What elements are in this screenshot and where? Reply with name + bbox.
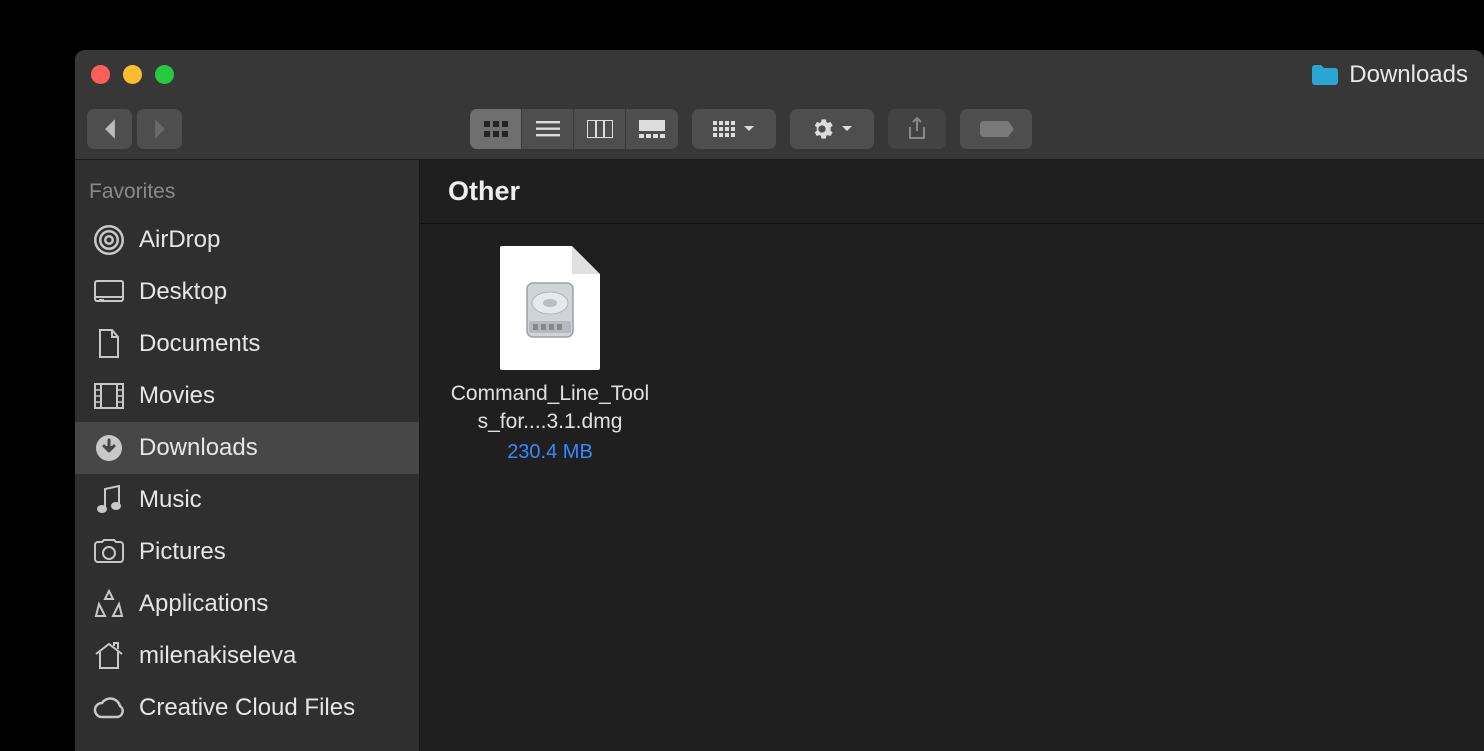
sidebar-item-label: Creative Cloud Files [139, 694, 355, 722]
sidebar-item-label: milenakiseleva [139, 642, 296, 670]
finder-window: Downloads [75, 50, 1484, 751]
icon-view-button[interactable] [470, 109, 522, 149]
edit-tags-button[interactable] [960, 109, 1032, 149]
zoom-button[interactable] [155, 65, 174, 84]
navigation-buttons [87, 109, 182, 149]
sidebar-item-airdrop[interactable]: AirDrop [75, 214, 419, 266]
sidebar-item-label: Music [139, 486, 202, 514]
close-button[interactable] [91, 65, 110, 84]
sidebar-item-movies[interactable]: Movies [75, 370, 419, 422]
file-item[interactable]: Command_Line_Tools_for....3.1.dmg 230.4 … [450, 246, 650, 464]
music-icon [93, 484, 125, 516]
files-grid[interactable]: Command_Line_Tools_for....3.1.dmg 230.4 … [420, 224, 1484, 486]
minimize-button[interactable] [123, 65, 142, 84]
sidebar-item-label: Movies [139, 382, 215, 410]
section-header: Other [420, 160, 1484, 224]
sidebar-item-downloads[interactable]: Downloads [75, 422, 419, 474]
chevron-down-icon [743, 125, 755, 133]
sidebar-item-documents[interactable]: Documents [75, 318, 419, 370]
window-title-text: Downloads [1349, 61, 1468, 89]
list-view-button[interactable] [522, 109, 574, 149]
creative-cloud-icon [93, 692, 125, 724]
sidebar-section-heading: Favorites [75, 174, 419, 214]
folder-icon [1311, 64, 1339, 86]
view-mode-group [470, 109, 678, 149]
movies-icon [93, 380, 125, 412]
sidebar-item-creative-cloud[interactable]: Creative Cloud Files [75, 682, 419, 734]
sidebar-item-label: Applications [139, 590, 268, 618]
desktop-icon [93, 276, 125, 308]
dmg-file-icon [500, 246, 600, 370]
window-body: Favorites AirDrop Desktop Documents [75, 160, 1484, 751]
sidebar-item-label: Downloads [139, 434, 258, 462]
pictures-icon [93, 536, 125, 568]
sidebar-item-label: AirDrop [139, 226, 220, 254]
applications-icon [93, 588, 125, 620]
share-button[interactable] [888, 109, 946, 149]
sidebar: Favorites AirDrop Desktop Documents [75, 160, 420, 751]
arrange-button[interactable] [692, 109, 776, 149]
sidebar-item-label: Documents [139, 330, 260, 358]
sidebar-item-music[interactable]: Music [75, 474, 419, 526]
window-titlebar: Downloads [75, 50, 1484, 160]
columns-icon [587, 120, 613, 138]
sidebar-item-desktop[interactable]: Desktop [75, 266, 419, 318]
chevron-down-icon [841, 125, 853, 133]
grid-arrange-icon [713, 121, 735, 137]
gear-icon [811, 118, 833, 140]
home-icon [93, 640, 125, 672]
action-menu-button[interactable] [790, 109, 874, 149]
sidebar-item-home[interactable]: milenakiseleva [75, 630, 419, 682]
file-name: Command_Line_Tools_for....3.1.dmg [450, 380, 650, 437]
airdrop-icon [93, 224, 125, 256]
sidebar-item-label: Desktop [139, 278, 227, 306]
tag-icon [978, 119, 1014, 139]
titlebar-row: Downloads [75, 50, 1484, 100]
window-title: Downloads [1311, 61, 1468, 89]
content-area: Other [420, 160, 1484, 751]
forward-button[interactable] [137, 109, 182, 149]
gallery-icon [639, 120, 665, 138]
file-size: 230.4 MB [507, 441, 593, 464]
documents-icon [93, 328, 125, 360]
column-view-button[interactable] [574, 109, 626, 149]
gallery-view-button[interactable] [626, 109, 678, 149]
grid-icon [483, 120, 509, 138]
share-icon [907, 117, 927, 141]
traffic-lights [91, 65, 174, 84]
downloads-icon [93, 432, 125, 464]
list-icon [536, 121, 560, 137]
toolbar [75, 100, 1484, 159]
back-button[interactable] [87, 109, 132, 149]
sidebar-item-pictures[interactable]: Pictures [75, 526, 419, 578]
sidebar-item-applications[interactable]: Applications [75, 578, 419, 630]
sidebar-item-label: Pictures [139, 538, 226, 566]
